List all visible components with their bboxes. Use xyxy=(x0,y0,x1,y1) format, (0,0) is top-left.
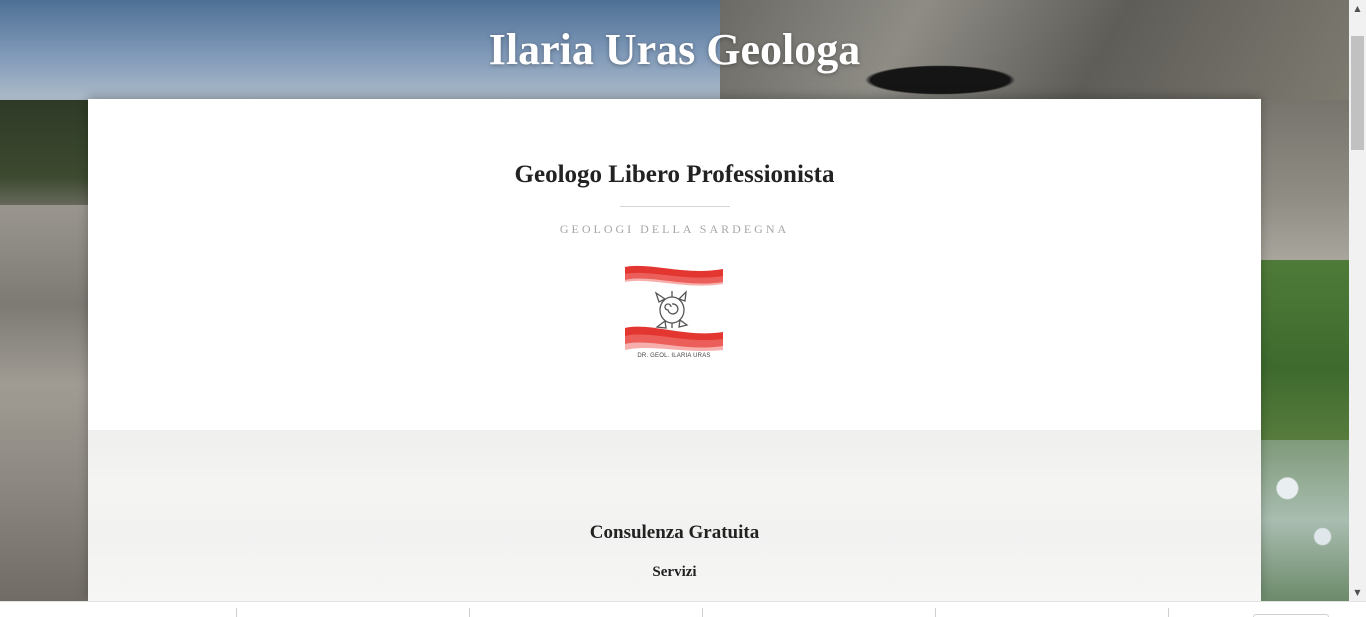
background-rocks-right xyxy=(1261,100,1349,260)
scroll-up-arrow-icon[interactable]: ▲ xyxy=(1349,0,1366,17)
content-card: Geologo Libero Professionista GEOLOGI DE… xyxy=(88,99,1261,601)
column-divider xyxy=(469,608,470,617)
section-subheading: Servizi xyxy=(652,564,697,580)
background-trees xyxy=(0,100,88,210)
site-title[interactable]: Ilaria Uras Geologa xyxy=(0,24,1349,75)
scrollbar-thumb[interactable] xyxy=(1351,36,1364,150)
heading-divider xyxy=(620,206,730,207)
brand-logo: DR. GEOL. ILARIA URAS xyxy=(625,264,723,364)
page-heading: Geologo Libero Professionista xyxy=(514,161,835,188)
column-divider xyxy=(702,608,703,617)
column-divider xyxy=(1168,608,1169,617)
section-heading: Consulenza Gratuita xyxy=(589,522,760,543)
vertical-scrollbar[interactable]: ▲ ▼ xyxy=(1349,0,1366,601)
background-rocks-left xyxy=(0,205,88,601)
services-band: Consulenza Gratuita Servizi xyxy=(88,430,1261,601)
next-section-edge xyxy=(0,601,1366,617)
logo-caption: DR. GEOL. ILARIA URAS xyxy=(637,353,711,359)
column-divider xyxy=(236,608,237,617)
site-tagline: GEOLOGI DELLA SARDEGNA xyxy=(559,222,790,236)
intro-section: Geologo Libero Professionista GEOLOGI DE… xyxy=(88,99,1261,430)
turtle-logo-icon xyxy=(625,265,723,351)
column-divider xyxy=(935,608,936,617)
background-flowers xyxy=(1261,440,1349,601)
background-grass xyxy=(1261,260,1349,440)
scroll-down-arrow-icon[interactable]: ▼ xyxy=(1349,584,1366,601)
